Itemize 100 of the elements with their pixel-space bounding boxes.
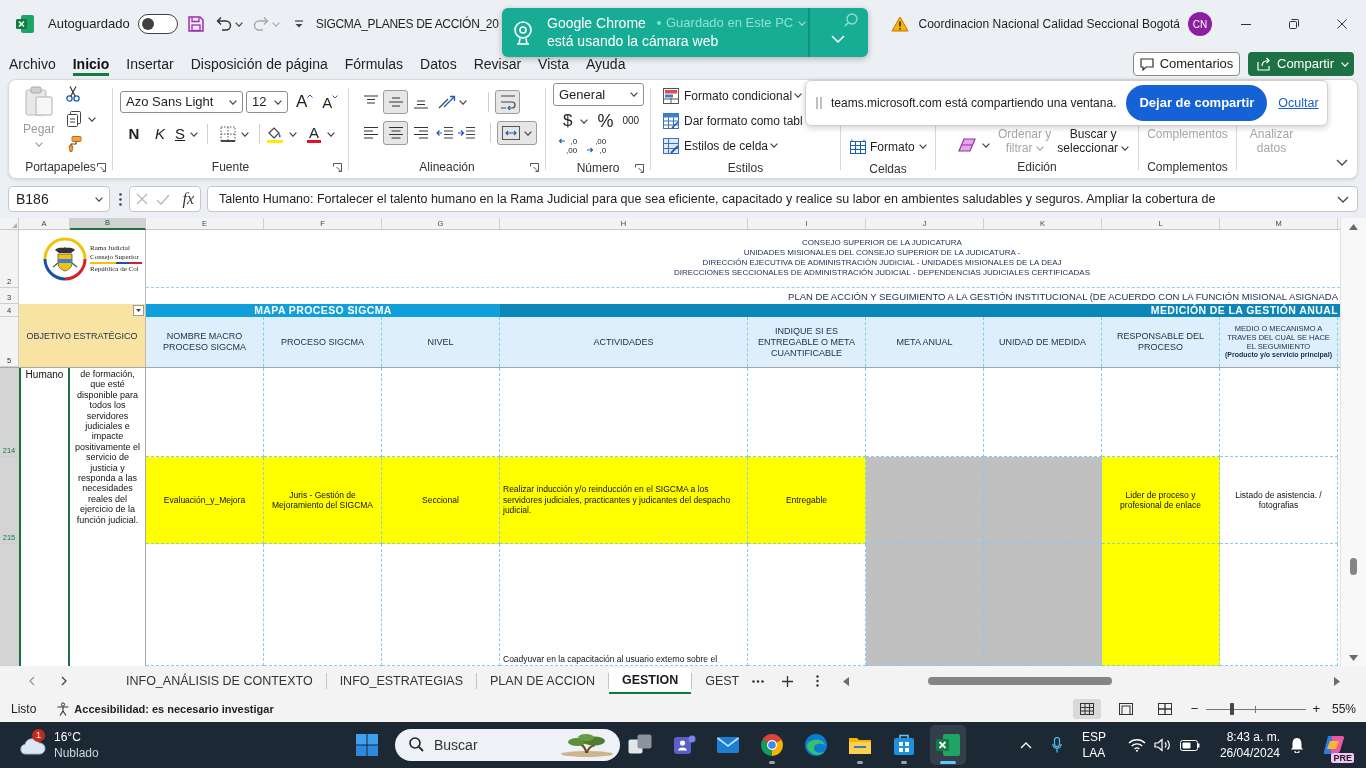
text-angle-icon[interactable] <box>437 94 457 110</box>
sheet-tab[interactable]: INFO_ANÁLISIS DE CONTEXTO <box>113 668 326 694</box>
menu-tab[interactable]: Fórmulas <box>344 57 404 76</box>
search-field[interactable]: Buscar <box>395 729 620 761</box>
accessibility-status[interactable]: Accesibilidad: es necesario investigar <box>74 700 274 718</box>
scroll-down-icon[interactable] <box>1349 655 1358 661</box>
stop-sharing-button[interactable]: Dejar de compartir <box>1126 85 1268 121</box>
menu-tab[interactable]: Insertar <box>126 57 174 76</box>
close-icon[interactable] <box>1337 19 1347 29</box>
chevron-right-icon[interactable] <box>61 676 67 686</box>
scroll-right-icon[interactable] <box>1334 677 1340 686</box>
menu-tab[interactable]: Vista <box>538 57 569 76</box>
account-name[interactable]: Coordinacion Nacional Calidad Seccional Bogotá <box>918 15 1180 33</box>
menu-tab[interactable]: Revisar <box>473 57 522 76</box>
sheet-tab[interactable]: PLAN DE ACCION <box>477 668 608 694</box>
underline-button[interactable]: S <box>175 123 198 145</box>
dialog-launcher-icon[interactable] <box>333 163 342 172</box>
battery-icon[interactable] <box>1179 739 1200 751</box>
restore-icon[interactable] <box>1289 19 1299 29</box>
format-button[interactable]: Formato <box>850 135 927 158</box>
increase-decimal-button[interactable]: ,00 ,0 <box>587 137 607 155</box>
italic-button[interactable]: K <box>150 123 170 145</box>
font-size-dropdown[interactable]: 12 <box>246 91 288 113</box>
menu-tab[interactable]: Ayuda <box>586 57 626 76</box>
spreadsheet-logo-icon[interactable] <box>16 15 34 33</box>
share-button[interactable]: Compartir <box>1248 52 1354 76</box>
normal-view-button[interactable] <box>1072 699 1101 719</box>
scrollbar-thumb[interactable] <box>928 677 1112 685</box>
thousands-separator-button[interactable]: 000 <box>622 115 640 127</box>
align-middle-button[interactable] <box>383 90 408 114</box>
borders-button[interactable] <box>220 126 249 142</box>
taskbar-app-button[interactable] <box>930 725 966 765</box>
dialog-launcher-icon[interactable] <box>635 164 644 173</box>
scroll-left-icon[interactable] <box>843 677 849 686</box>
filter-dropdown-button[interactable] <box>133 305 144 316</box>
undo-icon[interactable] <box>215 16 232 32</box>
save-icon[interactable] <box>187 16 204 32</box>
wrap-text-button[interactable] <box>495 90 520 114</box>
align-center-button[interactable] <box>383 121 408 145</box>
fill-color-button[interactable] <box>266 125 297 143</box>
menu-tab[interactable]: Inicio <box>72 57 110 76</box>
copilot-icon[interactable] <box>1322 733 1346 757</box>
checkmark-icon[interactable] <box>156 193 170 205</box>
copy-icon[interactable] <box>66 111 82 127</box>
dialog-launcher-icon[interactable] <box>530 163 539 172</box>
grip-icon[interactable] <box>816 96 822 110</box>
menu-tab[interactable]: Datos <box>420 57 457 76</box>
decrease-decimal-button[interactable]: ,0 ,00 <box>558 137 578 155</box>
comments-button[interactable]: Comentarios <box>1133 52 1240 76</box>
cell-styles-button[interactable]: Estilos de celda <box>663 134 779 157</box>
number-format-dropdown[interactable]: General <box>553 83 644 106</box>
zoom-slider-thumb[interactable] <box>1230 703 1235 715</box>
input-language-button[interactable]: ESP LAA <box>1081 729 1106 761</box>
microphone-icon[interactable] <box>1051 737 1062 753</box>
merge-button[interactable] <box>497 121 537 145</box>
sheet-tab[interactable]: GESTION <box>608 668 692 694</box>
chevron-down-icon[interactable] <box>1336 159 1348 166</box>
menu-tab[interactable]: Archivo <box>9 57 56 76</box>
chevron-down-icon[interactable] <box>1337 195 1349 203</box>
chevron-up-icon[interactable] <box>1019 741 1032 749</box>
grow-font-button[interactable]: A <box>296 93 314 111</box>
clear-button[interactable] <box>958 138 990 152</box>
percent-button[interactable]: % <box>597 111 614 131</box>
bell-icon[interactable] <box>1290 737 1304 753</box>
avatar[interactable]: CN <box>1188 12 1212 36</box>
start-icon[interactable] <box>356 734 378 756</box>
speaker-icon[interactable] <box>1153 738 1172 752</box>
currency-button[interactable]: $ <box>563 111 589 131</box>
more-icon[interactable] <box>752 679 765 683</box>
more-options-icon[interactable] <box>119 193 122 206</box>
sheet-tab[interactable]: GEST <box>692 668 753 694</box>
wifi-icon[interactable] <box>1127 738 1146 752</box>
increase-indent-icon[interactable] <box>458 126 476 140</box>
font-color-button[interactable]: A <box>307 125 336 143</box>
sheet-tab[interactable]: INFO_ESTRATEGIAS <box>326 668 477 694</box>
shrink-font-button[interactable]: A <box>322 92 339 112</box>
warning-icon[interactable] <box>890 16 909 32</box>
hide-link[interactable]: Ocultar <box>1278 93 1319 113</box>
conditional-formatting-button[interactable]: Formato condicional <box>663 84 803 107</box>
decrease-indent-icon[interactable] <box>436 126 454 140</box>
clock[interactable]: 8:43 a. m. 26/04/2024 <box>1219 729 1280 761</box>
scrollbar-thumb[interactable] <box>1350 558 1357 575</box>
font-name-dropdown[interactable]: Azo Sans Light <box>120 91 243 113</box>
zoom-out-button[interactable]: − <box>1190 702 1199 716</box>
autosave-toggle[interactable] <box>137 14 178 34</box>
format-as-table-button[interactable]: Dar formato como tabl <box>663 109 803 132</box>
find-select-button[interactable]: Buscar y seleccionar <box>1057 127 1130 155</box>
paintbrush-icon[interactable] <box>66 136 82 152</box>
scroll-up-icon[interactable] <box>1349 224 1358 230</box>
menu-tab[interactable]: Disposición de página <box>190 57 328 76</box>
insert-function-button[interactable]: fx <box>182 191 194 207</box>
customize-toolbar-icon[interactable] <box>293 20 304 28</box>
zoom-slider[interactable] <box>1206 703 1307 715</box>
chevron-left-icon[interactable] <box>29 676 35 686</box>
bold-button[interactable]: N <box>124 123 144 145</box>
formula-field[interactable]: Talento Humano: Fortalecer el talento humano en la Rama Judicial para que sea eficiente, capacitado y realice su labor en ambientes saludables y seguros. Ampliar la cobertura de <box>207 186 1358 212</box>
plus-icon[interactable] <box>782 675 794 687</box>
name-box[interactable]: B186 <box>8 186 110 212</box>
accessibility-icon[interactable] <box>56 702 71 716</box>
more-options-icon[interactable] <box>816 675 820 687</box>
